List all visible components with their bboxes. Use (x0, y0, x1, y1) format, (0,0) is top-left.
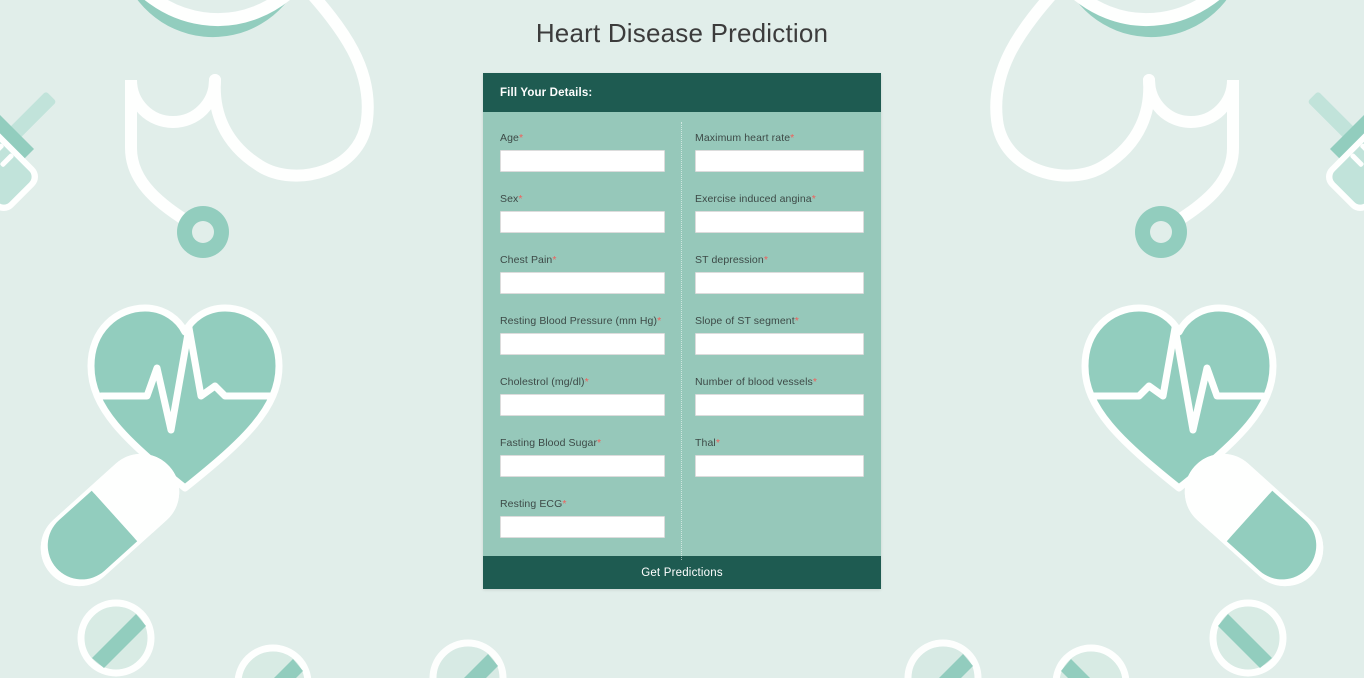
input-exercise-induced-angina[interactable] (695, 211, 864, 233)
field-thal: Thal* (695, 437, 864, 477)
field-st-depression: ST depression* (695, 254, 864, 294)
label-resting-blood-pressure-mm-hg: Resting Blood Pressure (mm Hg)* (500, 315, 665, 327)
label-text: Cholestrol (mg/dl) (500, 376, 585, 388)
required-marker: * (811, 193, 816, 205)
card-header: Fill Your Details: (483, 73, 881, 112)
input-cholestrol-mg-dl[interactable] (500, 394, 665, 416)
input-chest-pain[interactable] (500, 272, 665, 294)
card-header-title: Fill Your Details: (500, 86, 593, 99)
label-text: Thal (695, 437, 716, 449)
required-marker: * (597, 437, 602, 449)
column-divider (681, 122, 682, 560)
label-thal: Thal* (695, 437, 864, 449)
field-chest-pain: Chest Pain* (500, 254, 665, 294)
label-age: Age* (500, 132, 665, 144)
input-resting-blood-pressure-mm-hg[interactable] (500, 333, 665, 355)
field-cholestrol-mg-dl: Cholestrol (mg/dl)* (500, 376, 665, 416)
label-text: Age (500, 132, 519, 144)
label-maximum-heart-rate: Maximum heart rate* (695, 132, 864, 144)
input-fasting-blood-sugar[interactable] (500, 455, 665, 477)
card-body: Age* Sex* Chest Pain* Resting Blood Pressur… (483, 112, 881, 560)
label-text: Resting ECG (500, 498, 563, 510)
label-fasting-blood-sugar: Fasting Blood Sugar* (500, 437, 665, 449)
required-marker: * (657, 315, 662, 327)
field-exercise-induced-angina: Exercise induced angina* (695, 193, 864, 233)
field-resting-ecg: Resting ECG* (500, 498, 665, 538)
input-resting-ecg[interactable] (500, 516, 665, 538)
required-marker: * (562, 498, 567, 510)
label-resting-ecg: Resting ECG* (500, 498, 665, 510)
label-text: ST depression (695, 254, 764, 266)
label-st-depression: ST depression* (695, 254, 864, 266)
label-text: Slope of ST segment (695, 315, 795, 327)
field-slope-of-st-segment: Slope of ST segment* (695, 315, 864, 355)
get-predictions-label: Get Predictions (641, 566, 723, 579)
field-fasting-blood-sugar: Fasting Blood Sugar* (500, 437, 665, 477)
required-marker: * (552, 254, 557, 266)
input-st-depression[interactable] (695, 272, 864, 294)
label-text: Exercise induced angina (695, 193, 812, 205)
input-sex[interactable] (500, 211, 665, 233)
field-sex: Sex* (500, 193, 665, 233)
prediction-form-card: Fill Your Details: Age* Sex* Chest Pain* Re… (483, 73, 881, 589)
input-slope-of-st-segment[interactable] (695, 333, 864, 355)
form-column-left: Age* Sex* Chest Pain* Resting Blood Pressur… (500, 132, 682, 538)
label-number-of-blood-vessels: Number of blood vessels* (695, 376, 864, 388)
page-title: Heart Disease Prediction (535, 18, 829, 48)
field-resting-blood-pressure-mm-hg: Resting Blood Pressure (mm Hg)* (500, 315, 665, 355)
label-exercise-induced-angina: Exercise induced angina* (695, 193, 864, 205)
required-marker: * (584, 376, 589, 388)
label-text: Resting Blood Pressure (mm Hg) (500, 315, 658, 327)
input-age[interactable] (500, 150, 665, 172)
required-marker: * (715, 437, 721, 449)
label-chest-pain: Chest Pain* (500, 254, 665, 266)
label-cholestrol-mg-dl: Cholestrol (mg/dl)* (500, 376, 665, 388)
field-number-of-blood-vessels: Number of blood vessels* (695, 376, 864, 416)
required-marker: * (518, 193, 523, 205)
required-marker: * (518, 132, 524, 144)
label-slope-of-st-segment: Slope of ST segment* (695, 315, 864, 327)
required-marker: * (763, 254, 768, 266)
get-predictions-button[interactable]: Get Predictions (483, 556, 881, 589)
label-text: Fasting Blood Sugar (500, 437, 598, 449)
required-marker: * (794, 315, 799, 327)
input-number-of-blood-vessels[interactable] (695, 394, 864, 416)
label-text: Sex (500, 193, 519, 205)
required-marker: * (812, 376, 818, 388)
label-text: Maximum heart rate (695, 132, 791, 144)
required-marker: * (790, 132, 795, 144)
label-text: Number of blood vessels (695, 376, 813, 388)
label-sex: Sex* (500, 193, 665, 205)
label-text: Chest Pain (500, 254, 553, 266)
input-maximum-heart-rate[interactable] (695, 150, 864, 172)
field-age: Age* (500, 132, 665, 172)
form-column-right: Maximum heart rate* Exercise induced angi… (682, 132, 864, 538)
field-maximum-heart-rate: Maximum heart rate* (695, 132, 864, 172)
input-thal[interactable] (695, 455, 864, 477)
